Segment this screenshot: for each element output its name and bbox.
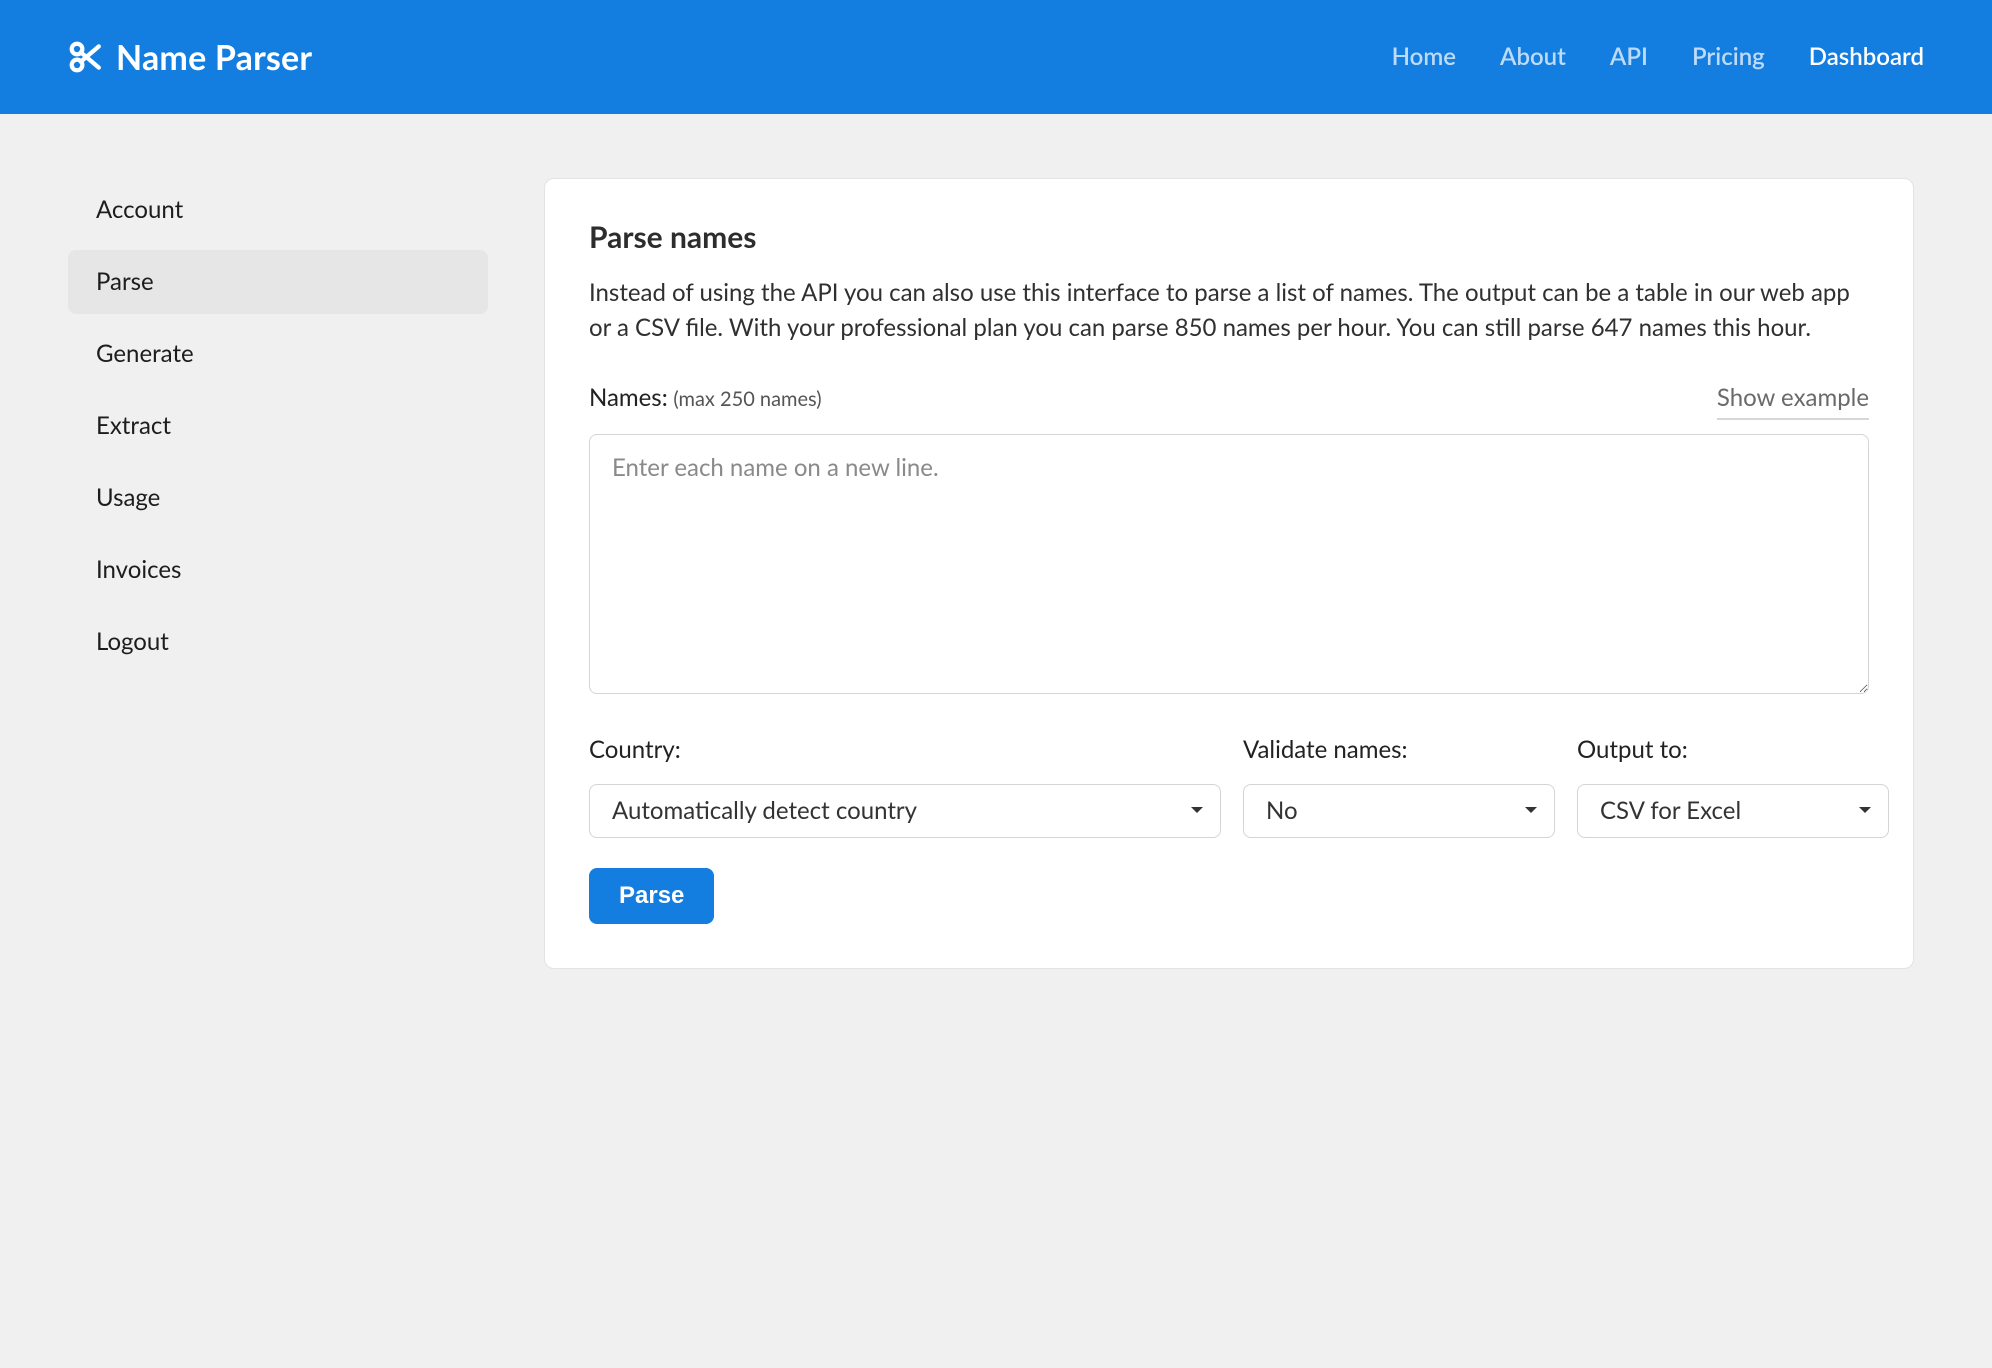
sidebar-item-label: Usage xyxy=(96,483,160,512)
validate-field: Validate names: No xyxy=(1243,732,1555,838)
sidebar-item-label: Invoices xyxy=(96,555,181,584)
nav-home[interactable]: Home xyxy=(1392,39,1456,75)
sidebar-item-invoices[interactable]: Invoices xyxy=(68,538,488,602)
scissors-icon xyxy=(68,40,102,74)
sidebar-item-label: Extract xyxy=(96,411,171,440)
nav-api[interactable]: API xyxy=(1610,39,1648,75)
names-field-header: Names: (max 250 names) Show example xyxy=(589,380,1869,420)
sidebar-item-label: Parse xyxy=(96,267,154,296)
validate-label: Validate names: xyxy=(1243,732,1555,768)
brand-text: Name Parser xyxy=(116,32,312,83)
names-textarea[interactable] xyxy=(589,434,1869,694)
parse-card: Parse names Instead of using the API you… xyxy=(544,178,1914,969)
sidebar-item-label: Generate xyxy=(96,339,194,368)
country-label: Country: xyxy=(589,732,1221,768)
validate-select[interactable]: No xyxy=(1243,784,1555,838)
sidebar-item-label: Account xyxy=(96,195,183,224)
sidebar-item-parse[interactable]: Parse xyxy=(68,250,488,314)
output-label: Output to: xyxy=(1577,732,1889,768)
sidebar-list: Account Parse Generate Extract Usage Inv… xyxy=(68,178,488,674)
output-select[interactable]: CSV for Excel xyxy=(1577,784,1889,838)
sidebar-item-logout[interactable]: Logout xyxy=(68,610,488,674)
parse-button[interactable]: Parse xyxy=(589,868,714,924)
card-title: Parse names xyxy=(589,215,1869,260)
names-label-group: Names: (max 250 names) xyxy=(589,380,822,416)
sidebar-item-extract[interactable]: Extract xyxy=(68,394,488,458)
output-field: Output to: CSV for Excel xyxy=(1577,732,1889,838)
sidebar-item-account[interactable]: Account xyxy=(68,178,488,242)
top-bar: Name Parser Home About API Pricing Dashb… xyxy=(0,0,1992,114)
main-container: Account Parse Generate Extract Usage Inv… xyxy=(0,114,1992,1057)
options-row: Country: Automatically detect country Va… xyxy=(589,732,1869,838)
show-example-link[interactable]: Show example xyxy=(1717,380,1869,420)
sidebar-item-usage[interactable]: Usage xyxy=(68,466,488,530)
top-nav: Home About API Pricing Dashboard xyxy=(1392,39,1924,75)
nav-pricing[interactable]: Pricing xyxy=(1692,39,1765,75)
sidebar-item-label: Logout xyxy=(96,627,169,656)
names-label: Names: xyxy=(589,383,668,412)
country-select[interactable]: Automatically detect country xyxy=(589,784,1221,838)
sidebar: Account Parse Generate Extract Usage Inv… xyxy=(68,178,488,674)
names-hint: (max 250 names) xyxy=(673,387,821,411)
brand[interactable]: Name Parser xyxy=(68,32,312,83)
nav-dashboard[interactable]: Dashboard xyxy=(1809,39,1924,75)
nav-about[interactable]: About xyxy=(1500,39,1566,75)
card-description: Instead of using the API you can also us… xyxy=(589,276,1869,346)
sidebar-item-generate[interactable]: Generate xyxy=(68,322,488,386)
country-field: Country: Automatically detect country xyxy=(589,732,1221,838)
